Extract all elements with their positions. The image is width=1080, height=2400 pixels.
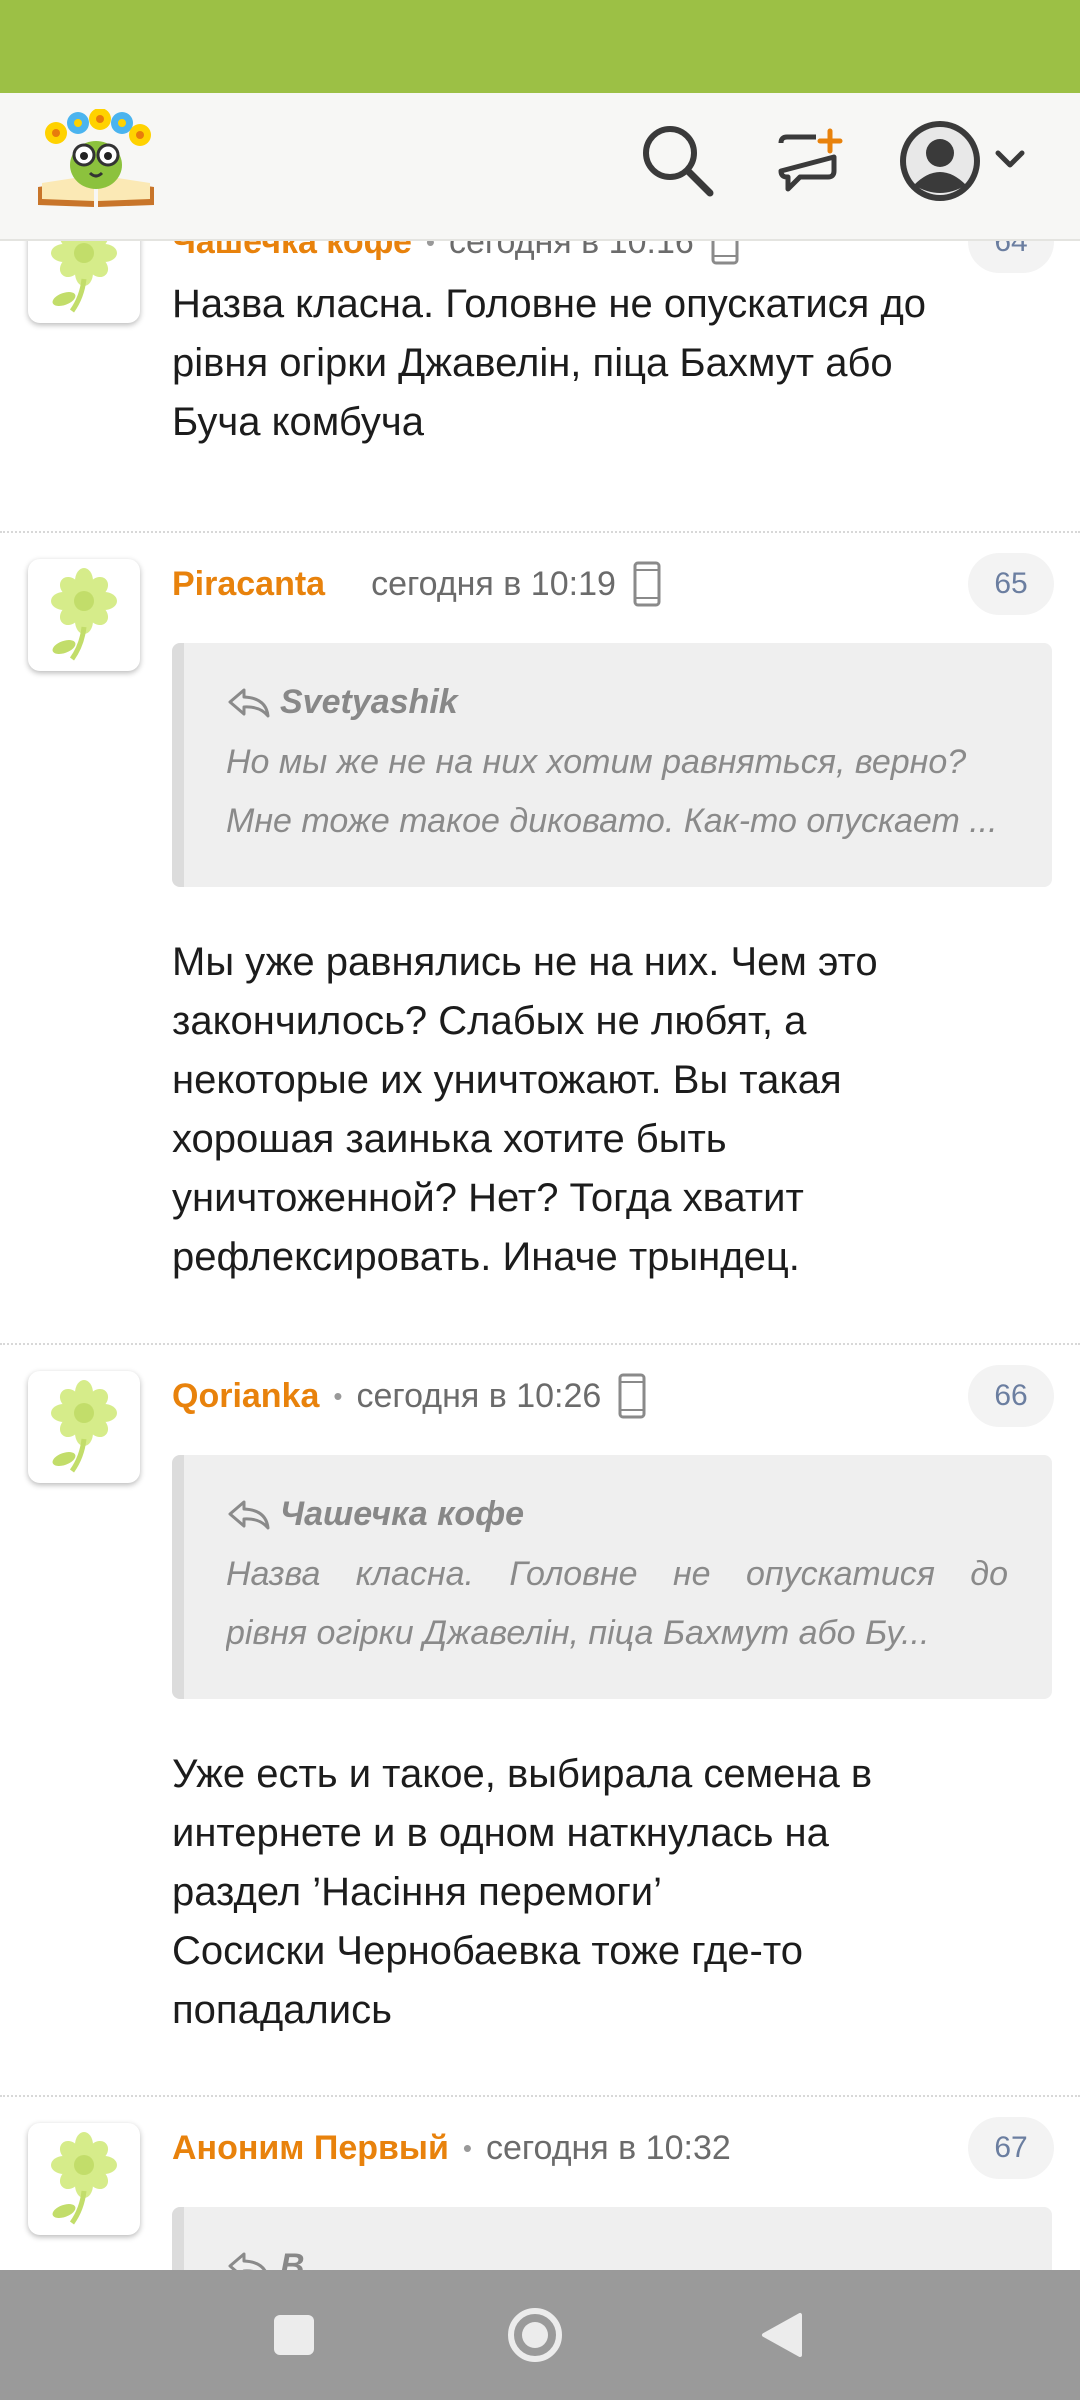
- comment-author[interactable]: Аноним Первый: [172, 2129, 449, 2168]
- site-logo[interactable]: [34, 108, 158, 209]
- comment-time[interactable]: сегодня в 10:32: [486, 2129, 731, 2168]
- quote-text: Назва класна. Головне не опускатися до р…: [226, 1545, 1008, 1663]
- comment-item: Qorianka • сегодня в 10:26 66 Чашечка ко…: [0, 1345, 1080, 2095]
- comments-feed: Чашечка кофе • сегодня в 10:16 64 Назва …: [0, 241, 1080, 2270]
- quote-author[interactable]: Чашечка кофе: [280, 1495, 524, 1534]
- text-line: некоторые их уничтожают. Вы такая: [172, 1058, 842, 1102]
- system-nav-bar: [0, 2270, 1080, 2400]
- avatar[interactable]: [28, 559, 140, 671]
- comment-item: Аноним Первый • сегодня в 10:32 67 В: [0, 2097, 1080, 2270]
- user-avatar-icon: [900, 121, 980, 201]
- quote-block[interactable]: Чашечка кофе Назва класна. Головне не оп…: [172, 1455, 1052, 1699]
- avatar[interactable]: [28, 2123, 140, 2235]
- quote-line: Но мы же не на них хотим равняться, верн…: [226, 743, 967, 781]
- separator-dot: •: [462, 2132, 472, 2163]
- text-line: рівня огірки Джавелін, піца Бахмут або: [172, 341, 893, 385]
- comment-item: Piracanta сегодня в 10:19 65 Svetyashik …: [0, 533, 1080, 1279]
- text-line: попадались: [172, 1988, 392, 2032]
- text-line: Уже есть и такое, выбирала семена в: [172, 1752, 873, 1796]
- text-line: интернете и в одном наткнулась на: [172, 1811, 829, 1855]
- circle-icon[interactable]: [507, 2307, 563, 2368]
- comment-author[interactable]: Чашечка кофе: [172, 241, 412, 262]
- quote-author-row: Чашечка кофе: [226, 1491, 1008, 1537]
- text-line: Мы уже равнялись не на них. Чем это: [172, 940, 878, 984]
- quote-author-row: Svetyashik: [226, 679, 1008, 725]
- triangle-back-icon[interactable]: [758, 2311, 804, 2364]
- comment-number[interactable]: 64: [968, 241, 1054, 273]
- text-line: Сосиски Чернобаевка тоже где-то: [172, 1929, 803, 1973]
- quote-author-row: В: [226, 2243, 1008, 2270]
- comment-item: Чашечка кофе • сегодня в 10:16 64 Назва …: [0, 241, 1080, 523]
- reply-arrow-icon: [228, 2252, 267, 2270]
- text-line: раздел ’Насіння перемоги’: [172, 1870, 663, 1914]
- search-icon[interactable]: [640, 123, 714, 197]
- quote-block[interactable]: В: [172, 2207, 1052, 2270]
- comment-text: Уже есть и такое, выбирала семена в инте…: [172, 1745, 1052, 2040]
- mobile-device-icon: [618, 1373, 646, 1419]
- comment-text: Мы уже равнялись не на них. Чем это зако…: [172, 933, 1052, 1287]
- comment-number[interactable]: 66: [968, 1365, 1054, 1427]
- comment-text: Назва класна. Головне не опускатися до р…: [172, 275, 1052, 452]
- separator-dot: •: [333, 1380, 343, 1411]
- quote-line: Назва класна. Головне не опускатися до: [226, 1555, 1008, 1593]
- message-plus-icon[interactable]: [776, 127, 846, 195]
- comment-time[interactable]: сегодня в 10:16: [449, 241, 694, 262]
- comment-time[interactable]: сегодня в 10:26: [357, 1377, 602, 1416]
- reply-arrow-icon: [228, 688, 270, 718]
- comment-author[interactable]: Qorianka: [172, 1377, 319, 1416]
- text-line: Назва класна. Головне не опускатися до: [172, 282, 927, 326]
- comment-number[interactable]: 65: [968, 553, 1054, 615]
- mobile-device-icon: [633, 561, 661, 607]
- comment-author[interactable]: Piracanta: [172, 565, 325, 604]
- quote-author[interactable]: Svetyashik: [280, 683, 458, 722]
- avatar[interactable]: [28, 241, 140, 323]
- text-line: Буча комбуча: [172, 400, 424, 444]
- square-icon[interactable]: [272, 2313, 316, 2362]
- user-menu-button[interactable]: [898, 119, 1038, 203]
- quote-text: Но мы же не на них хотим равняться, верн…: [226, 733, 1008, 851]
- quote-author[interactable]: В: [280, 2247, 305, 2271]
- status-bar: [0, 0, 1080, 93]
- quote-line: рівня огірки Джавелін, піца Бахмут або Б…: [226, 1614, 930, 1652]
- separator-dot: •: [425, 241, 435, 257]
- text-line: рефлексировать. Иначе трындец.: [172, 1235, 800, 1279]
- comment-time[interactable]: сегодня в 10:19: [371, 565, 616, 604]
- quote-block[interactable]: Svetyashik Но мы же не на них хотим равн…: [172, 643, 1052, 887]
- reply-arrow-icon: [228, 1500, 270, 1530]
- app-header: [0, 93, 1080, 241]
- text-line: хорошая заинька хотите быть: [172, 1117, 727, 1161]
- text-line: закончилось? Слабых не любят, а: [172, 999, 807, 1043]
- comment-meta: Qorianka • сегодня в 10:26: [172, 1371, 647, 1421]
- quote-line: Мне тоже такое диковато. Как-то опускает…: [226, 802, 998, 840]
- comment-number[interactable]: 67: [968, 2117, 1054, 2179]
- chevron-down-icon: [995, 150, 1025, 168]
- text-line: уничтоженной? Нет? Тогда хватит: [172, 1176, 804, 1220]
- avatar[interactable]: [28, 1371, 140, 1483]
- mobile-device-icon: [711, 241, 739, 265]
- comment-meta: Piracanta сегодня в 10:19: [172, 559, 662, 609]
- comment-meta: Чашечка кофе • сегодня в 10:16: [172, 241, 740, 267]
- comment-meta: Аноним Первый • сегодня в 10:32: [172, 2123, 731, 2173]
